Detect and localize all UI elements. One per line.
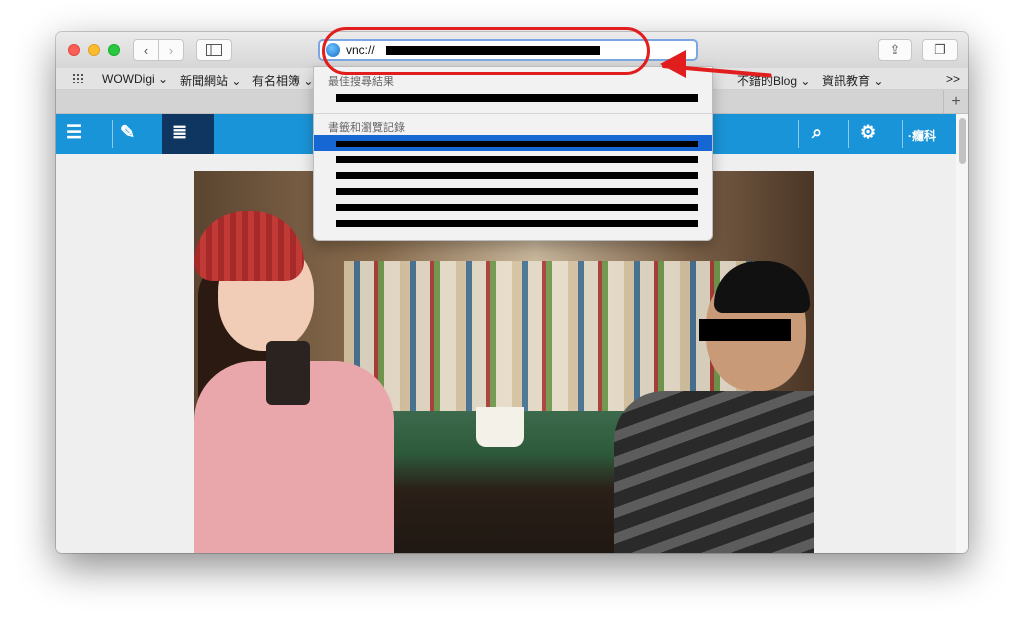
gear-icon[interactable]: ⚙ bbox=[860, 122, 876, 143]
list-icon[interactable]: ≣ bbox=[172, 122, 187, 143]
divider bbox=[798, 120, 799, 148]
annotation-oval bbox=[322, 27, 650, 75]
divider bbox=[112, 120, 113, 148]
more-favorites-button[interactable]: >> bbox=[946, 72, 960, 86]
redaction-bar bbox=[336, 94, 698, 102]
tabs-icon: ❐ bbox=[934, 42, 946, 57]
favorite-news-sites[interactable]: 新聞網站 ⌄ bbox=[180, 72, 241, 89]
suggestion-row[interactable] bbox=[314, 167, 712, 183]
redaction-bar bbox=[336, 188, 698, 195]
article-icon[interactable]: ✎ bbox=[120, 122, 135, 143]
suggestion-row[interactable] bbox=[314, 215, 712, 231]
suggestion-row-selected[interactable] bbox=[314, 135, 712, 151]
suggestion-row[interactable] bbox=[314, 151, 712, 167]
site-brand-label[interactable]: ·癮科 bbox=[908, 127, 936, 144]
suggestion-row[interactable] bbox=[314, 183, 712, 199]
chevron-left-icon: ‹ bbox=[143, 42, 149, 58]
photo-man-sweater bbox=[614, 391, 814, 553]
photo-censor-bar bbox=[699, 319, 791, 341]
scrollbar[interactable] bbox=[956, 114, 968, 553]
chevron-right-icon: › bbox=[168, 42, 174, 58]
share-icon: ⇪ bbox=[889, 42, 901, 57]
redaction-bar bbox=[336, 220, 698, 227]
redaction-bar bbox=[336, 204, 698, 211]
favorite-photo-albums[interactable]: 有名相簿 ⌄ bbox=[252, 72, 313, 89]
tab-overview-button[interactable]: ❐ bbox=[922, 39, 958, 61]
new-tab-button[interactable]: + bbox=[943, 90, 968, 113]
menu-icon[interactable]: ☰ bbox=[66, 122, 82, 143]
divider bbox=[848, 120, 849, 148]
zoom-window-button[interactable] bbox=[108, 44, 120, 56]
photo-dark-cup bbox=[266, 341, 310, 405]
annotation-arrow-head bbox=[660, 50, 686, 78]
divider bbox=[314, 113, 712, 114]
sidebar-toggle-button[interactable] bbox=[196, 39, 232, 61]
favorite-wowdigi[interactable]: WOWDigi ⌄ bbox=[102, 72, 168, 86]
close-window-button[interactable] bbox=[68, 44, 80, 56]
forward-button[interactable]: › bbox=[158, 39, 184, 61]
plus-icon: + bbox=[951, 92, 961, 110]
back-button[interactable]: ‹ bbox=[133, 39, 159, 61]
redaction-bar bbox=[336, 172, 698, 179]
minimize-window-button[interactable] bbox=[88, 44, 100, 56]
suggestion-row[interactable] bbox=[314, 89, 712, 105]
search-icon[interactable]: ⌕ bbox=[812, 122, 822, 143]
share-button[interactable]: ⇪ bbox=[878, 39, 912, 61]
redaction-bar bbox=[336, 141, 698, 147]
divider bbox=[902, 120, 903, 148]
suggestion-row[interactable] bbox=[314, 199, 712, 215]
photo-white-cup bbox=[476, 407, 524, 447]
sidebar-icon bbox=[206, 44, 222, 56]
history-header: 書籤和瀏覽記錄 bbox=[328, 122, 405, 134]
url-suggestions-dropdown: 最佳搜尋結果 書籤和瀏覽記錄 bbox=[313, 66, 713, 241]
active-nav-tab[interactable] bbox=[162, 114, 214, 154]
top-hit-header: 最佳搜尋結果 bbox=[328, 76, 394, 88]
favorite-it-education[interactable]: 資訊教育 ⌄ bbox=[822, 72, 883, 89]
redaction-bar bbox=[336, 156, 698, 163]
scrollbar-thumb[interactable] bbox=[959, 118, 966, 164]
grid-icon[interactable] bbox=[72, 73, 84, 83]
